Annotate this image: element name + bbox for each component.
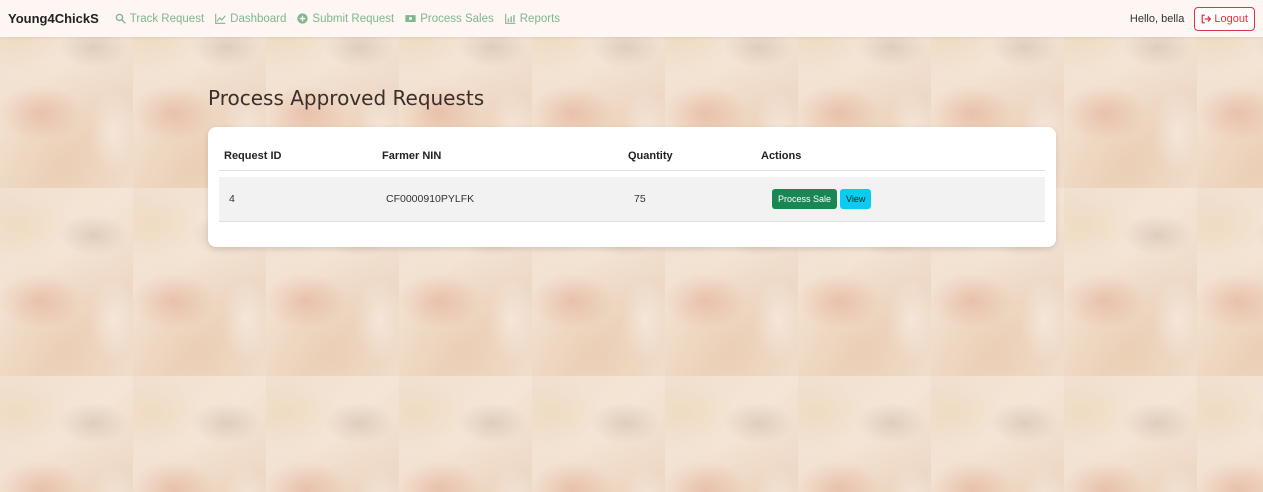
table-spacer: [219, 170, 1045, 177]
plus-circle-icon: [297, 13, 309, 24]
top-navbar: Young4ChickS Track Request Dashboard Sub…: [0, 0, 1263, 37]
cell-quantity: 75: [634, 192, 646, 205]
bar-chart-icon: [504, 13, 516, 24]
user-greeting: Hello, bella: [1129, 12, 1185, 25]
header-actions: Actions: [761, 150, 802, 163]
requests-table: Request ID Farmer NIN Quantity Actions 4…: [219, 143, 1045, 222]
process-sale-button[interactable]: Process Sale: [772, 188, 838, 209]
header-farmer-nin: Farmer NIN: [382, 150, 442, 163]
table-row: 4 CF0000910PYLFK 75 Process Sale View: [219, 177, 1045, 221]
nav-reports-label: Reports: [519, 12, 561, 25]
header-quantity: Quantity: [628, 150, 673, 163]
chart-line-icon: [215, 13, 226, 24]
cell-actions: Process Sale View: [756, 177, 1045, 221]
page-title: Process Approved Requests: [208, 86, 485, 110]
row-actions: Process Sale View: [766, 188, 1045, 209]
nav-dashboard[interactable]: Dashboard: [215, 13, 286, 25]
nav-process-sales[interactable]: Process Sales: [405, 13, 494, 25]
nav-track-request-label: Track Request: [129, 12, 205, 25]
cell-farmer-nin: CF0000910PYLFK: [386, 192, 475, 205]
nav-submit-request-label: Submit Request: [312, 12, 395, 25]
brand-logo[interactable]: Young4ChickS: [8, 11, 99, 26]
view-button[interactable]: View: [840, 188, 872, 209]
nav-process-sales-label: Process Sales: [420, 12, 494, 25]
logout-label: Logout: [1214, 12, 1248, 25]
logout-icon: [1201, 14, 1212, 23]
nav-track-request[interactable]: Track Request: [115, 13, 204, 25]
nav-dashboard-label: Dashboard: [230, 12, 287, 25]
requests-card: Request ID Farmer NIN Quantity Actions 4…: [208, 127, 1056, 247]
cell-request-id: 4: [229, 192, 235, 205]
navbar-user-area: Hello, bella Logout: [1129, 6, 1255, 31]
header-request-id: Request ID: [224, 150, 282, 163]
table-header-row: Request ID Farmer NIN Quantity Actions: [219, 143, 1045, 170]
logout-button[interactable]: Logout: [1194, 6, 1255, 31]
nav-reports[interactable]: Reports: [504, 12, 561, 25]
search-icon: [115, 13, 126, 24]
cash-icon: [405, 15, 416, 22]
nav-submit-request[interactable]: Submit Request: [297, 13, 394, 25]
